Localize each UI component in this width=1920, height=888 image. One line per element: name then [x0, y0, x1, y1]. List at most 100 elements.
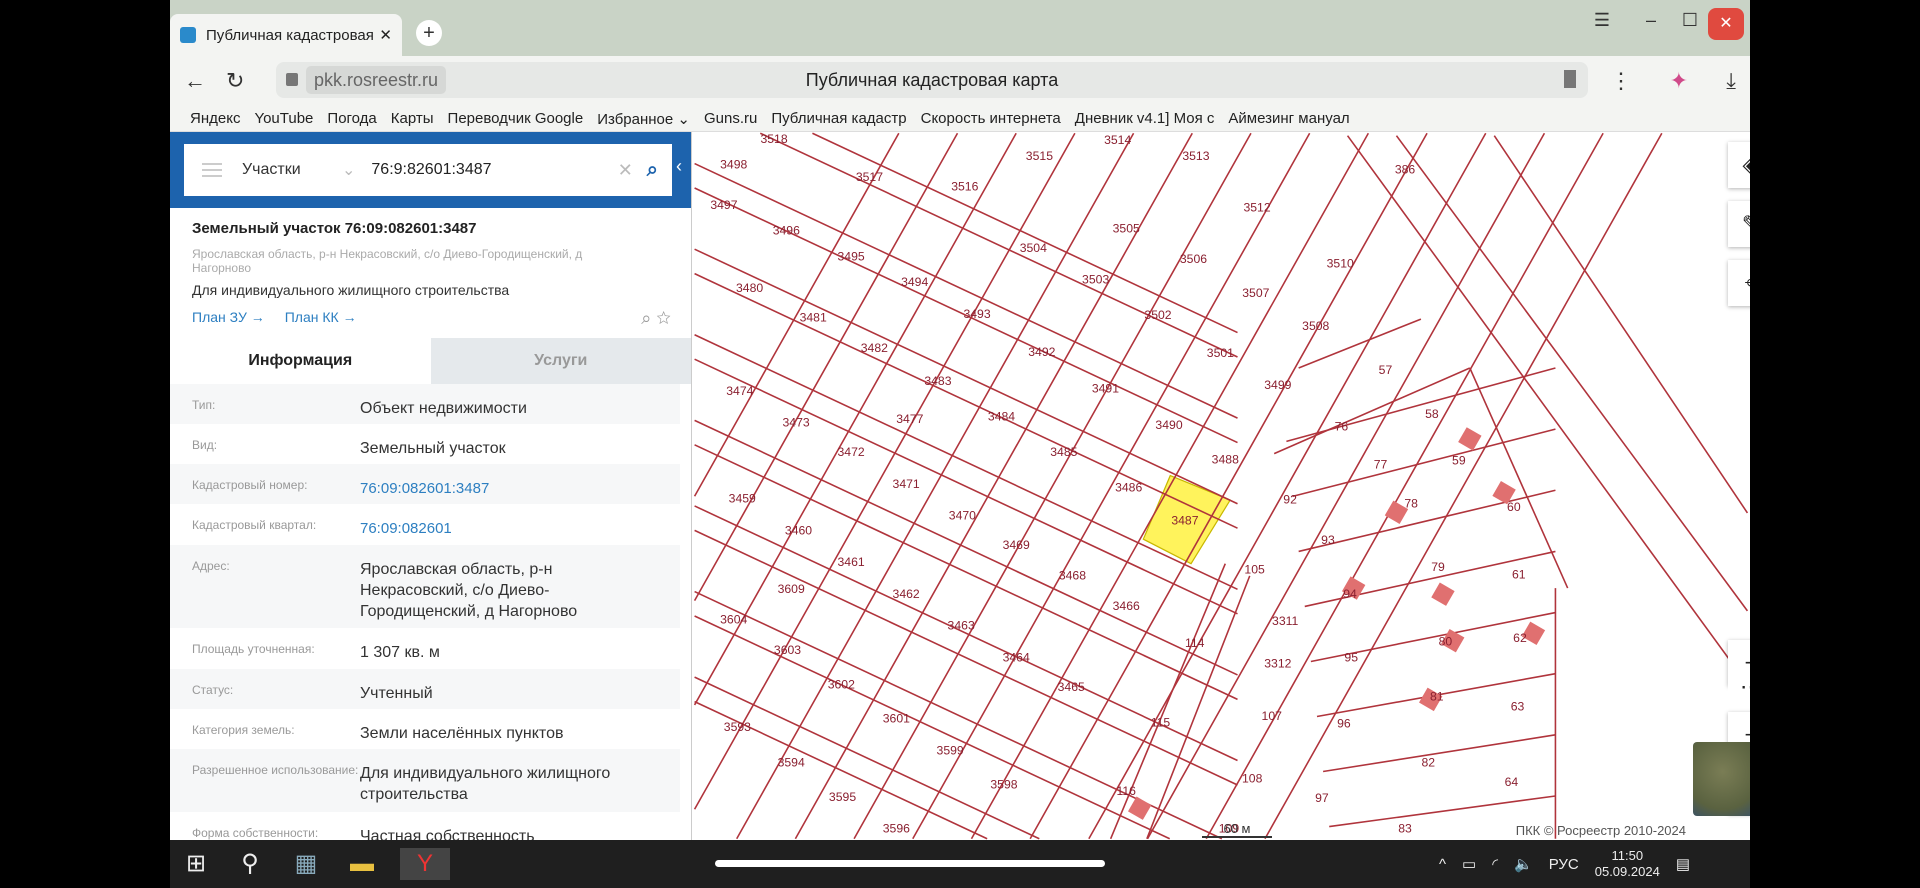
plan-kk-link[interactable]: План КК → [285, 309, 357, 325]
minimize-button[interactable]: – [1646, 10, 1656, 31]
parcel-label[interactable]: 3510 [1327, 257, 1354, 271]
bookmark-item[interactable]: YouTube [254, 110, 313, 127]
back-button[interactable]: ← [184, 68, 206, 94]
parcel-label[interactable]: 3507 [1242, 286, 1269, 300]
parcel-label[interactable]: 3514 [1104, 133, 1131, 147]
parcel-label[interactable]: 3508 [1302, 319, 1329, 333]
download-icon[interactable]: ⤓ [1726, 68, 1736, 94]
parcel-label[interactable]: 3596 [883, 822, 910, 836]
tab-close-icon[interactable]: ✕ [379, 26, 392, 44]
parcel-label[interactable]: 3484 [988, 410, 1015, 424]
close-window-button[interactable]: ✕ [1708, 8, 1744, 40]
parcel-label[interactable]: 3461 [838, 555, 865, 569]
parcel-label[interactable]: 78 [1404, 496, 1418, 510]
bookmark-item[interactable]: Погода [327, 110, 376, 127]
parcel-label[interactable]: 3604 [720, 613, 747, 627]
parcel-label[interactable]: 3518 [760, 132, 787, 146]
parcel-label[interactable]: 61 [1512, 567, 1526, 581]
parcel-label[interactable]: 3598 [990, 778, 1017, 792]
parcel-label[interactable]: 115 [1151, 715, 1171, 729]
bookmark-item[interactable]: Скорость интернета [921, 110, 1061, 127]
tab-information[interactable]: Информация [170, 338, 431, 384]
parcel-label[interactable]: 3502 [1144, 308, 1171, 322]
parcel-label[interactable]: 3503 [1082, 273, 1109, 287]
collapse-panel-icon[interactable]: ‹ [676, 156, 682, 177]
parcel-label[interactable]: 3470 [949, 509, 976, 523]
bookmark-item[interactable]: Яндекс [190, 110, 240, 127]
chevron-down-icon[interactable]: ⌄ [342, 160, 355, 180]
parcel-label[interactable]: 116 [1116, 784, 1136, 798]
maximize-button[interactable]: ☐ [1682, 10, 1698, 31]
parcel-label[interactable]: 3493 [963, 307, 990, 321]
more-tools-button[interactable]: ⋯ [1728, 676, 1750, 707]
yandex-browser-icon[interactable]: Y [400, 848, 450, 880]
parcel-label[interactable]: 59 [1452, 454, 1466, 468]
cadastral-map[interactable]: 3518 3517 3516 3515 3514 3513 3512 386 3498 3497 3… [692, 132, 1750, 840]
parcel-label[interactable]: 3469 [1003, 538, 1030, 552]
favorite-star-icon[interactable]: ☆ [656, 308, 671, 328]
parcel-label[interactable]: 64 [1505, 775, 1519, 789]
parcel-label[interactable]: 105 [1244, 562, 1265, 576]
parcel-label[interactable]: 3505 [1113, 221, 1140, 235]
notifications-icon[interactable]: ▤ [1676, 855, 1690, 873]
parcel-label[interactable]: 3462 [893, 587, 920, 601]
more-icon[interactable]: ⋮ [1610, 68, 1632, 94]
parcel-label[interactable]: 3483 [924, 374, 951, 388]
battery-icon[interactable]: ▭ [1462, 855, 1476, 873]
parcel-label[interactable]: 82 [1421, 756, 1435, 770]
bookmark-item[interactable]: Избранное ⌄ [597, 110, 690, 128]
bookmark-icon[interactable] [1564, 70, 1576, 88]
locate-button[interactable]: ⌖ [1728, 260, 1750, 306]
parcel-label[interactable]: 63 [1511, 699, 1525, 713]
browser-tab[interactable]: Публичная кадастровая ✕ [170, 14, 402, 56]
wifi-icon[interactable]: ◜ [1492, 855, 1498, 873]
parcel-label[interactable]: 3512 [1243, 200, 1270, 214]
parcel-label[interactable]: 3490 [1155, 418, 1182, 432]
tab-services[interactable]: Услуги [430, 338, 691, 384]
volume-icon[interactable]: 🔈 [1514, 855, 1533, 873]
bookmark-item[interactable]: Карты [391, 110, 434, 127]
parcel-label[interactable]: 3494 [901, 275, 928, 289]
parcel-label[interactable]: 3464 [1003, 650, 1030, 664]
bookmark-item[interactable]: Guns.ru [704, 110, 757, 127]
ruler-button[interactable]: ✎ [1728, 201, 1750, 247]
clock[interactable]: 11:50 05.09.2024 [1595, 848, 1660, 880]
parcel-label[interactable]: 80 [1439, 635, 1453, 649]
parcel-label[interactable]: 3466 [1113, 599, 1140, 613]
parcel-label[interactable]: 58 [1425, 407, 1439, 421]
calculator-icon[interactable]: ▦ [290, 848, 322, 880]
parcel-label[interactable]: 60 [1507, 500, 1521, 514]
parcel-label[interactable]: 79 [1431, 560, 1445, 574]
parcel-label[interactable]: 3311 [1272, 614, 1298, 628]
parcel-label[interactable]: 3499 [1264, 378, 1291, 392]
parcel-label[interactable]: 3312 [1264, 657, 1291, 671]
parcel-label[interactable]: 107 [1262, 709, 1283, 723]
layers-button[interactable]: ◈ [1728, 142, 1750, 188]
parcel-label[interactable]: 3595 [829, 790, 856, 804]
parcel-label[interactable]: 3482 [861, 341, 888, 355]
parcel-label[interactable]: 3465 [1058, 680, 1085, 694]
parcel-label[interactable]: 3609 [778, 582, 805, 596]
parcel-label[interactable]: 3515 [1026, 149, 1053, 163]
parcel-label[interactable]: 3504 [1020, 241, 1047, 255]
bookmark-item[interactable]: Публичная кадастр [771, 110, 906, 127]
extension-icon[interactable]: ✦ [1670, 68, 1688, 94]
parcel-layer[interactable]: 3518 3517 3516 3515 3514 3513 3512 386 3498 3497 3… [692, 132, 1750, 840]
parcel-label[interactable]: 3501 [1207, 346, 1234, 360]
new-tab-button[interactable]: + [416, 20, 442, 46]
parcel-label[interactable]: 3506 [1180, 252, 1207, 266]
parcel-label[interactable]: 96 [1337, 717, 1351, 731]
parcel-label[interactable]: 3480 [736, 281, 763, 295]
clear-icon[interactable]: ✕ [618, 160, 633, 181]
parcel-label[interactable]: 93 [1321, 533, 1335, 547]
parcel-label[interactable]: 3488 [1212, 452, 1239, 466]
search-icon[interactable]: ⌕ [647, 159, 658, 182]
bookmark-item[interactable]: Дневник v4.1] Моя с [1075, 110, 1215, 127]
hamburger-icon[interactable] [202, 163, 222, 177]
parcel-label[interactable]: 3602 [828, 677, 855, 691]
parcel-label[interactable]: 3497 [710, 198, 737, 212]
parcel-label[interactable]: 76 [1335, 419, 1349, 433]
tray-expand-icon[interactable]: ^ [1439, 856, 1446, 873]
parcel-label[interactable]: 108 [1242, 772, 1263, 786]
parcel-label[interactable]: 97 [1315, 791, 1329, 805]
